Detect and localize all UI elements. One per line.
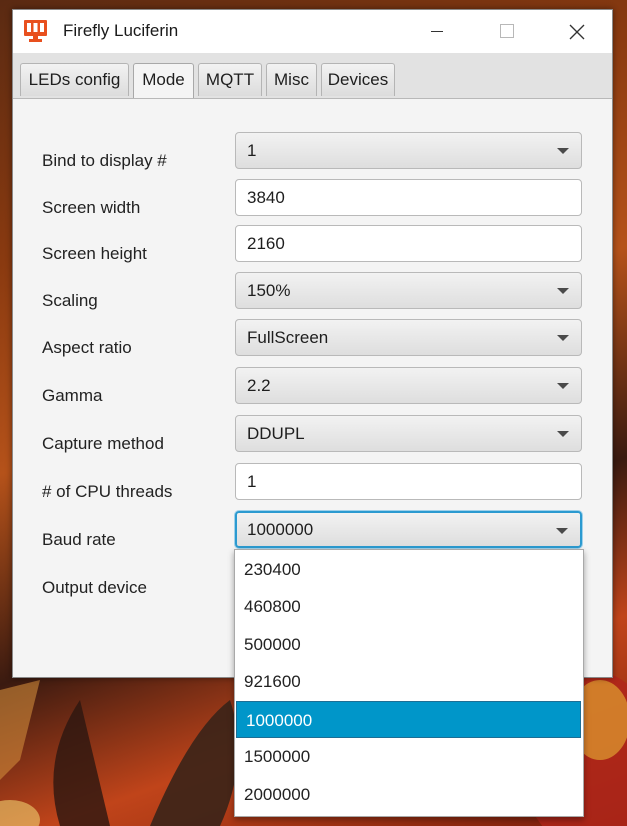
scaling-select[interactable]: 150%: [235, 272, 582, 309]
baud-option[interactable]: 2000000: [235, 776, 583, 813]
screen-height-label: Screen height: [42, 244, 147, 263]
aspect-ratio-label: Aspect ratio: [42, 338, 132, 357]
tab-bar: LEDs config Mode MQTT Misc Devices: [13, 53, 612, 99]
minimize-icon: [431, 31, 443, 32]
app-icon: [24, 20, 47, 42]
capture-method-label: Capture method: [42, 434, 164, 453]
screen-height-input[interactable]: 2160: [235, 225, 582, 262]
cpu-threads-input[interactable]: 1: [235, 463, 582, 500]
minimize-button[interactable]: [414, 10, 460, 53]
screen-width-label: Screen width: [42, 198, 141, 217]
baud-option[interactable]: 921600: [235, 663, 583, 700]
title-bar: Firefly Luciferin: [13, 10, 612, 53]
baud-option-selected[interactable]: 1000000: [236, 701, 581, 738]
aspect-ratio-select[interactable]: FullScreen: [235, 319, 582, 356]
tab-mode[interactable]: Mode: [133, 63, 194, 98]
capture-method-select[interactable]: DDUPL: [235, 415, 582, 452]
baud-option[interactable]: 230400: [235, 551, 583, 588]
close-icon: [569, 24, 585, 40]
scaling-label: Scaling: [42, 291, 98, 310]
gamma-select[interactable]: 2.2: [235, 367, 582, 404]
tab-mqtt[interactable]: MQTT: [198, 63, 262, 96]
baud-option[interactable]: 1500000: [235, 738, 583, 775]
baud-option[interactable]: 500000: [235, 626, 583, 663]
maximize-button[interactable]: [484, 10, 530, 53]
maximize-icon: [500, 24, 514, 38]
tab-devices[interactable]: Devices: [321, 63, 395, 96]
output-device-label: Output device: [42, 578, 147, 597]
baud-rate-label: Baud rate: [42, 530, 116, 549]
bind-display-select[interactable]: 1: [235, 132, 582, 169]
screen-width-input[interactable]: 3840: [235, 179, 582, 216]
cpu-threads-label: # of CPU threads: [42, 482, 173, 501]
baud-rate-dropdown-list: 230400 460800 500000 921600 1000000 1500…: [234, 549, 584, 817]
baud-option[interactable]: 460800: [235, 588, 583, 625]
tab-leds-config[interactable]: LEDs config: [20, 63, 129, 96]
baud-rate-select[interactable]: 1000000: [235, 511, 582, 548]
window-title: Firefly Luciferin: [63, 21, 179, 40]
bind-display-label: Bind to display #: [42, 151, 167, 170]
gamma-label: Gamma: [42, 386, 103, 405]
tab-misc[interactable]: Misc: [266, 63, 317, 96]
close-button[interactable]: [554, 10, 600, 53]
